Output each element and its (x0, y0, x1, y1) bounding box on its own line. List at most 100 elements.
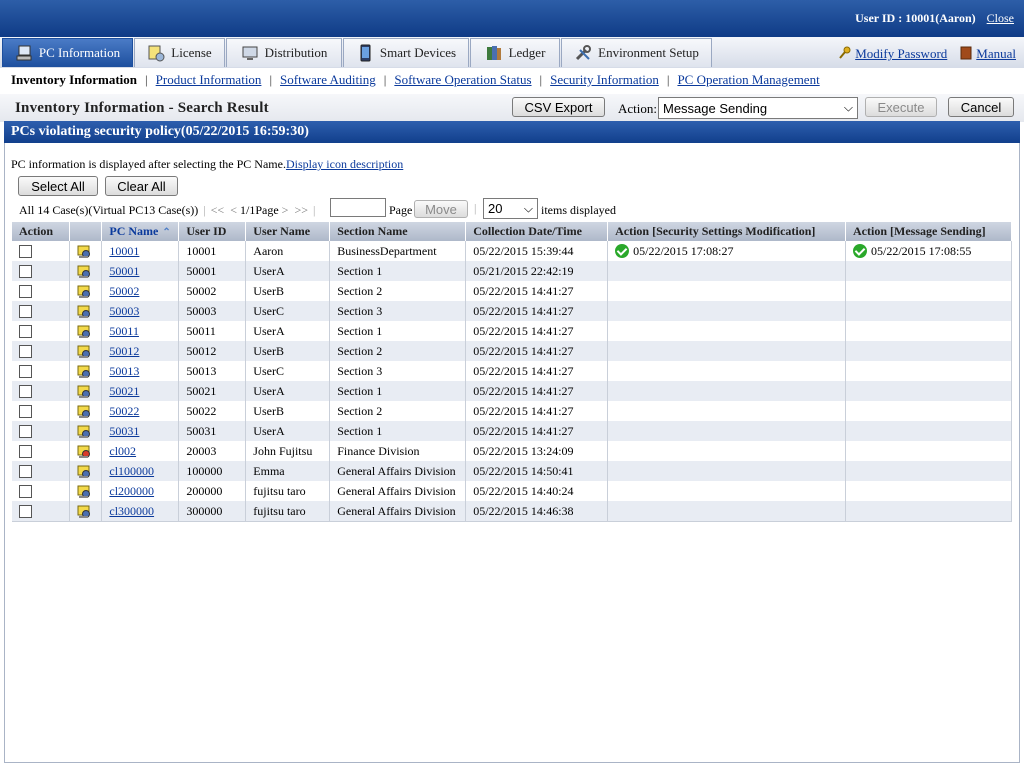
row-checkbox-cell (12, 481, 71, 501)
user-name-cell: UserA (245, 381, 331, 401)
status-icon-cell (69, 441, 103, 461)
clear-all-button[interactable]: Clear All (105, 176, 178, 196)
message-sending-action-cell (845, 401, 1012, 421)
row-checkbox[interactable] (19, 345, 32, 359)
status-icon-cell (69, 301, 103, 321)
manual-link[interactable]: Manual (959, 46, 1016, 62)
pc-name-link[interactable]: cl200000 (109, 484, 154, 498)
pc-name-link[interactable]: cl100000 (109, 464, 154, 478)
row-checkbox[interactable] (19, 365, 32, 379)
tab-label: License (171, 45, 212, 60)
section-name-cell: BusinessDepartment (329, 241, 467, 261)
row-checkbox[interactable] (19, 305, 32, 319)
row-checkbox[interactable] (19, 405, 32, 419)
pc-name-link[interactable]: 50013 (109, 364, 139, 378)
pc-name-link[interactable]: 50021 (109, 384, 139, 398)
pc-name-link[interactable]: cl002 (109, 444, 136, 458)
csv-export-button[interactable]: CSV Export (512, 97, 605, 117)
message-sending-action-cell (845, 441, 1012, 461)
subnav-software-auditing[interactable]: Software Auditing (280, 72, 376, 88)
col-action-message-sending: Action [Message Sending] (845, 222, 1012, 241)
row-checkbox[interactable] (19, 265, 32, 279)
user-id-area: User ID : 10001(Aaron) Close (855, 11, 1014, 26)
pc-name-cell: cl300000 (101, 501, 180, 522)
collection-date-cell: 05/22/2015 14:41:27 (465, 401, 609, 421)
tab-environment-setup[interactable]: Environment Setup (561, 38, 712, 67)
pc-name-link[interactable]: 50012 (109, 344, 139, 358)
message-sending-action-cell (845, 341, 1012, 361)
tab-smart-devices[interactable]: Smart Devices (343, 38, 469, 67)
pc-name-link[interactable]: 50002 (109, 284, 139, 298)
row-checkbox[interactable] (19, 245, 32, 259)
pc-name-link[interactable]: 50011 (109, 324, 139, 338)
last-page-link[interactable]: >> (294, 203, 308, 218)
section-name-cell: Section 1 (329, 321, 467, 341)
pc-name-link[interactable]: 50001 (109, 264, 139, 278)
display-icon-description-link[interactable]: Display icon description (286, 157, 403, 171)
row-checkbox[interactable] (19, 285, 32, 299)
user-id-cell: 50012 (178, 341, 247, 361)
row-checkbox[interactable] (19, 385, 32, 399)
info-text: PC information is displayed after select… (11, 157, 286, 171)
main-tab-bar: PC Information License Distribution Smar… (0, 37, 1024, 70)
action-select[interactable]: Message Sending ⌵ (658, 97, 858, 119)
subnav-software-operation-status[interactable]: Software Operation Status (394, 72, 531, 88)
user-name-cell: UserB (245, 341, 331, 361)
cancel-button[interactable]: Cancel (948, 97, 1014, 117)
top-header-bar: User ID : 10001(Aaron) Close (0, 0, 1024, 38)
collection-date-cell: 05/22/2015 14:41:27 (465, 421, 609, 441)
pc-name-link[interactable]: cl300000 (109, 504, 154, 518)
subnav-product-information[interactable]: Product Information (156, 72, 262, 88)
message-sending-action-cell (845, 361, 1012, 381)
row-checkbox-cell (12, 301, 71, 321)
pc-name-link[interactable]: 50022 (109, 404, 139, 418)
subnav-pc-operation-management[interactable]: PC Operation Management (677, 72, 819, 88)
pc-name-cell: cl200000 (101, 481, 180, 501)
pc-name-link[interactable]: 10001 (109, 244, 139, 258)
move-button[interactable]: Move (414, 200, 468, 218)
modify-password-link[interactable]: Modify Password (838, 46, 947, 62)
tab-license[interactable]: License (134, 38, 225, 67)
user-id-cell: 50002 (178, 281, 247, 301)
row-checkbox[interactable] (19, 445, 32, 459)
pc-name-cell: cl002 (101, 441, 180, 461)
section-title: PCs violating security policy(05/22/2015… (4, 121, 1020, 143)
table-row: 50011 50011 UserA Section 1 05/22/2015 14:41… (12, 321, 1012, 341)
tab-pc-information[interactable]: PC Information (2, 38, 133, 67)
tab-distribution[interactable]: Distribution (226, 38, 342, 67)
pc-warning-icon (77, 445, 91, 459)
select-all-button[interactable]: Select All (18, 176, 98, 196)
table-row: 50012 50012 UserB Section 2 05/22/2015 14:41… (12, 341, 1012, 361)
pc-name-cell: 50011 (101, 321, 180, 341)
first-page-link[interactable]: << (211, 203, 225, 218)
sub-navigation: Inventory Information | Product Informat… (0, 68, 1024, 92)
pc-name-cell: 50001 (101, 261, 180, 281)
col-pc-name[interactable]: PC Name ⌃ (101, 222, 180, 241)
table-row: 50031 50031 UserA Section 1 05/22/2015 14:41… (12, 421, 1012, 441)
row-checkbox[interactable] (19, 505, 32, 519)
execute-button[interactable]: Execute (865, 97, 937, 117)
top-links: Modify Password Manual (838, 46, 1016, 62)
pc-name-link[interactable]: 50003 (109, 304, 139, 318)
row-checkbox[interactable] (19, 425, 32, 439)
security-settings-action-cell (607, 481, 847, 501)
pc-name-link[interactable]: 50031 (109, 424, 139, 438)
prev-page-link[interactable]: < (230, 203, 237, 218)
row-checkbox-cell (12, 381, 71, 401)
next-page-link[interactable]: > (282, 203, 289, 218)
page-number-input[interactable] (330, 198, 386, 217)
row-checkbox[interactable] (19, 325, 32, 339)
row-checkbox[interactable] (19, 485, 32, 499)
row-checkbox[interactable] (19, 465, 32, 479)
subnav-security-information[interactable]: Security Information (550, 72, 659, 88)
items-per-page-select[interactable]: 20 ⌵ (483, 198, 538, 219)
security-settings-action-cell (607, 281, 847, 301)
close-link[interactable]: Close (987, 11, 1014, 25)
security-settings-action-cell (607, 441, 847, 461)
case-count: All 14 Case(s)(Virtual PC13 Case(s)) (19, 202, 199, 217)
col-action-security-settings: Action [Security Settings Modification] (607, 222, 847, 241)
tab-label: Smart Devices (379, 45, 457, 60)
row-checkbox-cell (12, 461, 71, 481)
info-line: PC information is displayed after select… (11, 157, 403, 172)
tab-ledger[interactable]: Ledger (470, 38, 560, 67)
